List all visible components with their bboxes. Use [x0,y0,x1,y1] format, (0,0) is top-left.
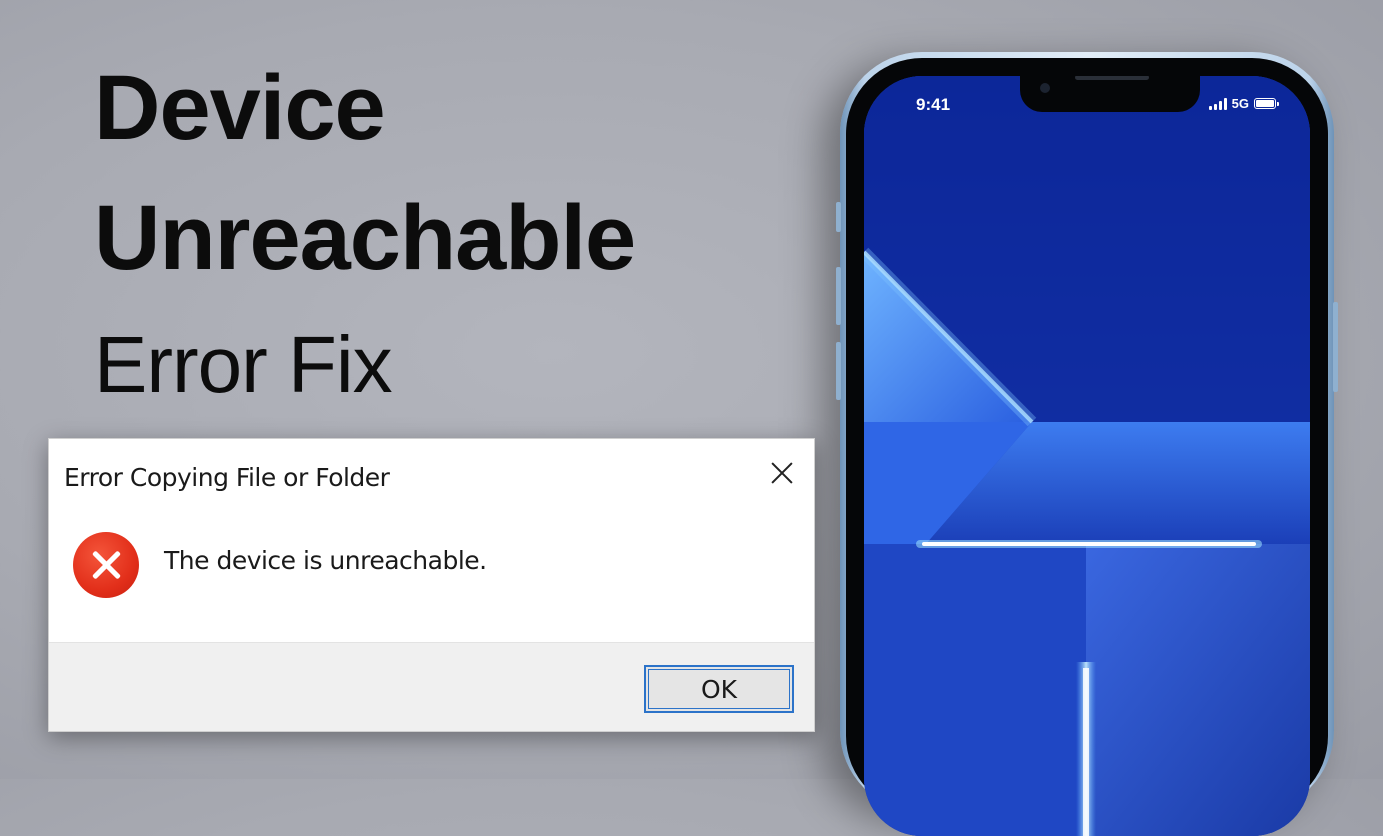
network-type: 5G [1231,96,1249,111]
power-button [1333,302,1338,392]
volume-up-button [836,267,841,325]
speaker-grille [1075,76,1149,80]
signal-bars-icon [1208,97,1227,110]
headline-line-2: Unreachable [94,187,636,289]
front-camera [1040,83,1050,93]
dialog-message: The device is unreachable. [164,546,487,575]
ok-button[interactable]: OK [644,665,794,713]
action-button [836,202,841,232]
error-dialog: Error Copying File or Folder The device … [48,438,815,732]
close-icon[interactable] [766,457,798,489]
battery-icon [1254,98,1279,109]
iphone-device: 9:41 5G [836,52,1338,836]
dialog-footer: OK [49,642,814,731]
phone-screen: 9:41 5G [864,76,1310,836]
status-time: 9:41 [916,95,951,114]
headline-line-3: Error Fix [94,320,393,409]
notch [1020,76,1200,112]
headline-line-1: Device [94,57,386,159]
dialog-title: Error Copying File or Folder [64,463,390,492]
volume-down-button [836,342,841,400]
wallpaper [864,76,1310,836]
error-icon [73,532,139,598]
status-icons: 5G [1208,96,1279,111]
